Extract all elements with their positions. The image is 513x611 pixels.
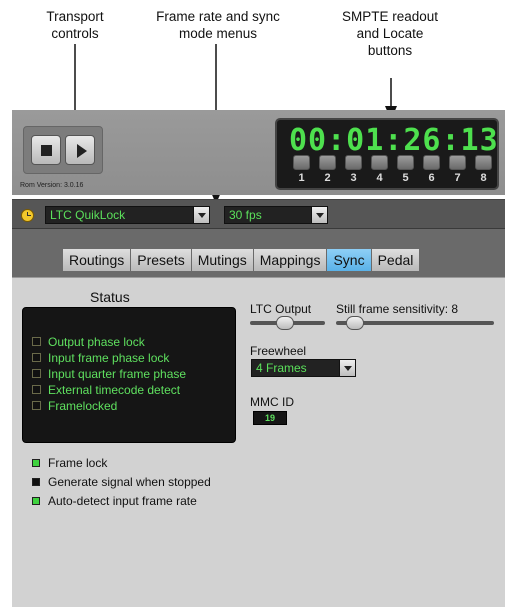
sync-mode-dropdown[interactable]: LTC QuikLock — [45, 206, 210, 224]
locate-key[interactable] — [345, 155, 362, 170]
locate-key[interactable] — [293, 155, 310, 170]
callout-transport-line-1: Transport — [46, 9, 104, 24]
transport-controls — [23, 126, 103, 174]
locate-key[interactable] — [319, 155, 336, 170]
callout-frame-rate: Frame rate and sync mode menus — [148, 8, 288, 42]
mmc-id-field[interactable]: 19 — [253, 411, 287, 425]
status-indicator-icon — [32, 353, 41, 362]
callout-transport: Transport controls — [35, 8, 115, 42]
freewheel-dropdown[interactable]: 4 Frames — [251, 359, 356, 377]
mmc-id-label: MMC ID — [250, 395, 294, 409]
ltc-output-slider-knob[interactable] — [276, 316, 294, 330]
stop-button[interactable] — [31, 135, 61, 165]
clock-icon — [21, 209, 34, 222]
frame-rate-value: 30 fps — [229, 208, 262, 222]
status-label: Output phase lock — [48, 335, 145, 349]
status-indicator-icon — [32, 401, 41, 410]
status-indicator-icon — [32, 337, 41, 346]
callout-smpte-line-2: and Locate — [356, 26, 424, 41]
freewheel-value: 4 Frames — [256, 361, 307, 375]
locate-number: 4 — [376, 172, 383, 184]
locate-number: 8 — [480, 172, 487, 184]
checkbox-label: Generate signal when stopped — [48, 475, 211, 489]
status-label: Input quarter frame phase — [48, 367, 187, 381]
locate-key[interactable] — [423, 155, 440, 170]
play-button[interactable] — [65, 135, 95, 165]
locate-button-3[interactable]: 3 — [345, 155, 362, 187]
locate-button-6[interactable]: 6 — [423, 155, 440, 187]
locate-key[interactable] — [449, 155, 466, 170]
locate-number: 1 — [298, 172, 305, 184]
smpte-panel: 00:01:26:13 1 2 3 4 5 6 7 8 — [275, 118, 499, 190]
stop-icon — [41, 145, 52, 156]
tab-sync[interactable]: Sync — [326, 248, 371, 272]
play-icon — [77, 144, 87, 158]
still-frame-slider-knob[interactable] — [346, 316, 364, 330]
locate-number: 2 — [324, 172, 331, 184]
callout-smpte: SMPTE readout and Locate buttons — [335, 8, 445, 59]
locate-button-7[interactable]: 7 — [449, 155, 466, 187]
smpte-readout: 00:01:26:13 — [289, 123, 499, 158]
checkbox-label: Frame lock — [48, 456, 108, 470]
status-label: External timecode detect — [48, 383, 181, 397]
status-indicator-icon — [32, 369, 41, 378]
status-panel: Output phase lock Input frame phase lock… — [22, 307, 236, 443]
locate-button-5[interactable]: 5 — [397, 155, 414, 187]
tab-routings[interactable]: Routings — [62, 248, 131, 272]
still-frame-sensitivity-label: Still frame sensitivity: 8 — [336, 302, 459, 316]
ltc-output-label: LTC Output — [250, 302, 312, 316]
tab-bar: Routings Presets Mutings Mappings Sync P… — [62, 248, 421, 272]
locate-number: 7 — [454, 172, 461, 184]
tab-mappings[interactable]: Mappings — [252, 248, 327, 272]
locate-button-1[interactable]: 1 — [293, 155, 310, 187]
locate-number: 5 — [402, 172, 409, 184]
freewheel-label: Freewheel — [250, 344, 307, 358]
locate-button-2[interactable]: 2 — [319, 155, 336, 187]
tab-pedal[interactable]: Pedal — [370, 248, 421, 272]
callout-frame-rate-line-1: Frame rate and sync — [156, 9, 280, 24]
status-label: Input frame phase lock — [48, 351, 170, 365]
sync-mode-value: LTC QuikLock — [50, 208, 126, 222]
locate-buttons: 1 2 3 4 5 6 7 8 — [293, 155, 493, 187]
led-indicator-icon[interactable] — [32, 459, 40, 467]
locate-number: 3 — [350, 172, 357, 184]
locate-key[interactable] — [397, 155, 414, 170]
checkbox-label: Auto-detect input frame rate — [48, 494, 197, 508]
locate-button-4[interactable]: 4 — [371, 155, 388, 187]
locate-key[interactable] — [475, 155, 492, 170]
chevron-down-icon[interactable] — [311, 207, 327, 223]
status-label: Framelocked — [48, 399, 118, 413]
callout-smpte-line-3: buttons — [367, 43, 413, 58]
locate-key[interactable] — [371, 155, 388, 170]
tab-presets[interactable]: Presets — [130, 248, 191, 272]
chevron-down-icon[interactable] — [339, 360, 355, 376]
locate-number: 6 — [428, 172, 435, 184]
led-indicator-icon[interactable] — [32, 478, 40, 486]
callout-transport-line-2: controls — [51, 26, 99, 41]
callout-smpte-line-1: SMPTE readout — [341, 9, 439, 24]
frame-rate-dropdown[interactable]: 30 fps — [224, 206, 328, 224]
callout-frame-rate-line-2: mode menus — [178, 26, 258, 41]
led-indicator-icon[interactable] — [32, 497, 40, 505]
status-title: Status — [90, 289, 130, 305]
rom-version: Rom Version: 3.0.16 — [20, 182, 84, 189]
status-indicator-icon — [32, 385, 41, 394]
tab-mutings[interactable]: Mutings — [190, 248, 253, 272]
locate-button-8[interactable]: 8 — [475, 155, 492, 187]
chevron-down-icon[interactable] — [193, 207, 209, 223]
